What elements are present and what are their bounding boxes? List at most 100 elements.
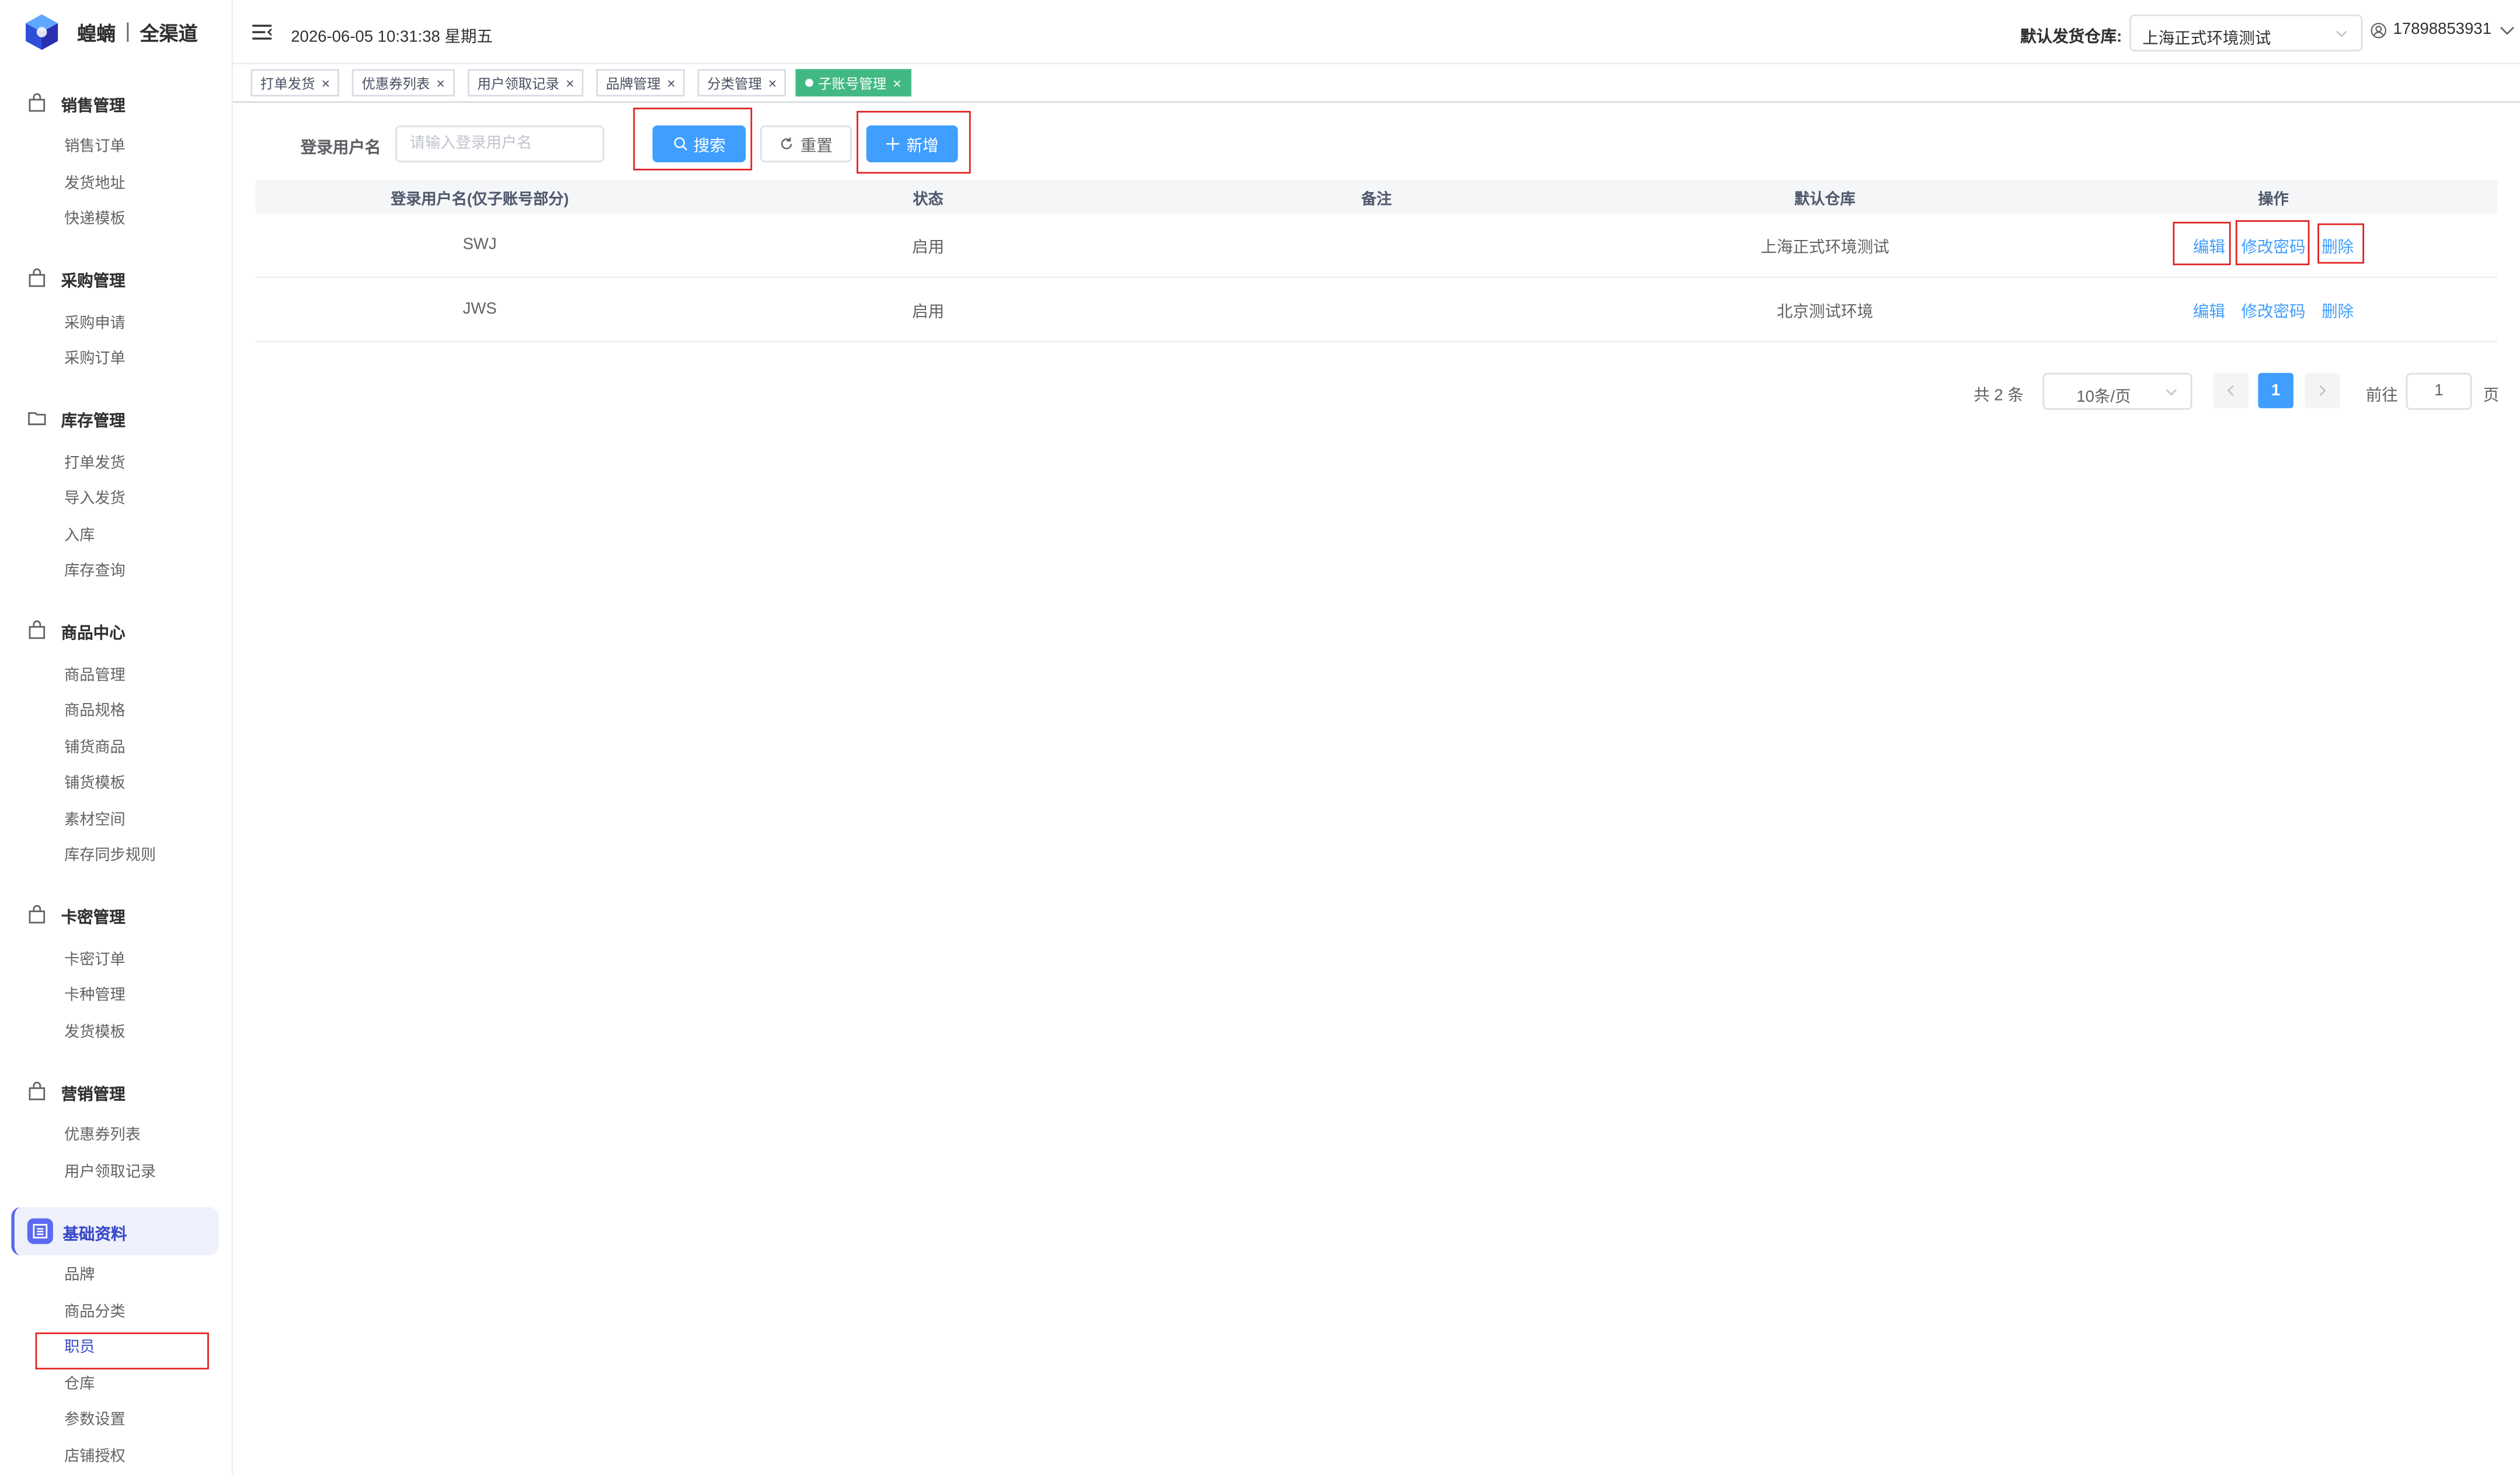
sidebar-group-basic-info[interactable]: 基础资料 — [11, 1207, 219, 1255]
edit-link[interactable]: 编辑 — [2193, 297, 2225, 321]
goto-label: 前往 — [2365, 387, 2398, 405]
user-icon — [2371, 22, 2387, 38]
table-row: JWS 启用 北京测试环境 编辑 修改密码 删除 — [255, 278, 2498, 343]
cell-warehouse: 上海正式环境测试 — [1760, 239, 1889, 258]
close-icon[interactable]: × — [893, 75, 901, 91]
chevron-down-icon — [2336, 30, 2347, 37]
sidebar-item-express-template[interactable]: 快递模板 — [64, 209, 126, 232]
bag-icon — [26, 92, 48, 114]
brand-subtitle: 全渠道 — [140, 22, 198, 44]
highlight-staff — [35, 1332, 209, 1370]
cell-username: JWS — [462, 300, 497, 319]
column-header-remark: 备注 — [1361, 190, 1392, 208]
menu-toggle-icon[interactable] — [252, 23, 272, 42]
sidebar-item-print-ship[interactable]: 打单发货 — [64, 453, 126, 476]
active-dot-icon — [805, 78, 813, 87]
list-icon — [27, 1218, 53, 1244]
current-datetime: 2026-06-05 10:31:38 星期五 — [291, 29, 493, 47]
cell-actions: 编辑 修改密码 删除 — [2049, 297, 2498, 321]
delete-link[interactable]: 删除 — [2321, 297, 2354, 321]
cell-status: 启用 — [912, 304, 945, 322]
close-icon[interactable]: × — [667, 75, 675, 91]
sidebar-group-label: 库存管理 — [61, 412, 126, 430]
close-icon[interactable]: × — [566, 75, 574, 91]
pagination-total: 共 2 条 — [1973, 387, 2024, 405]
sidebar-group-label: 销售管理 — [61, 97, 126, 115]
sidebar-item-brand[interactable]: 品牌 — [64, 1265, 95, 1288]
sidebar-item-stock-query[interactable]: 库存查询 — [64, 561, 126, 584]
sidebar-item-material-space[interactable]: 素材空间 — [64, 810, 126, 833]
column-header-username: 登录用户名(仅子账号部分) — [391, 190, 569, 208]
tab-sub-account-manage[interactable]: 子账号管理 × — [795, 69, 911, 97]
sidebar-item-coupon-list[interactable]: 优惠券列表 — [64, 1125, 141, 1148]
sidebar-group-purchase[interactable]: 采购管理 — [26, 265, 126, 291]
username-filter-input[interactable] — [395, 125, 604, 163]
tab-user-claim-record[interactable]: 用户领取记录 × — [468, 69, 584, 97]
sidebar-item-card-order[interactable]: 卡密订单 — [64, 950, 126, 973]
sidebar-item-stock-sync-rule[interactable]: 库存同步规则 — [64, 846, 156, 868]
column-header-status: 状态 — [913, 190, 944, 208]
sidebar-group-marketing[interactable]: 营销管理 — [26, 1079, 126, 1104]
tab-print-ship[interactable]: 打单发货 × — [250, 69, 340, 97]
sidebar-item-ship-template[interactable]: 发货模板 — [64, 1022, 126, 1045]
sidebar-group-card[interactable]: 卡密管理 — [26, 902, 126, 927]
prev-page-button[interactable] — [2213, 373, 2248, 409]
tab-category-manage[interactable]: 分类管理 × — [697, 69, 786, 97]
sidebar-item-purchase-order[interactable]: 采购订单 — [64, 349, 126, 371]
tab-brand-manage[interactable]: 品牌管理 × — [596, 69, 685, 97]
sidebar-group-products[interactable]: 商品中心 — [26, 617, 126, 643]
sidebar-item-sales-order[interactable]: 销售订单 — [64, 137, 126, 159]
sidebar-item-purchase-request[interactable]: 采购申请 — [64, 314, 126, 336]
sidebar-item-param-settings[interactable]: 参数设置 — [64, 1410, 126, 1432]
logo: 蝗蝻 全渠道 — [23, 11, 198, 53]
tab-label: 优惠券列表 — [361, 74, 430, 91]
sidebar-group-inventory[interactable]: 库存管理 — [26, 405, 126, 431]
cell-warehouse: 北京测试环境 — [1776, 304, 1874, 322]
close-icon[interactable]: × — [436, 75, 444, 91]
folder-icon — [26, 406, 48, 429]
next-page-button[interactable] — [2305, 373, 2340, 409]
sidebar-item-distribution-template[interactable]: 铺货模板 — [64, 773, 126, 796]
close-icon[interactable]: × — [768, 75, 777, 91]
tab-label: 用户领取记录 — [477, 74, 559, 91]
sidebar-group-sales[interactable]: 销售管理 — [26, 90, 126, 116]
table-row: SWJ 启用 上海正式环境测试 编辑 修改密码 删除 — [255, 214, 2498, 279]
reset-button[interactable]: 重置 — [760, 125, 852, 163]
sidebar-item-user-claim-record[interactable]: 用户领取记录 — [64, 1162, 156, 1185]
brand-name: 蝗蝻 — [77, 22, 116, 44]
page-number-current[interactable]: 1 — [2258, 373, 2293, 409]
cell-username: SWJ — [462, 236, 497, 254]
reset-button-label: 重置 — [800, 138, 833, 156]
sidebar-item-stock-in[interactable]: 入库 — [64, 526, 95, 548]
goto-page-input[interactable] — [2406, 373, 2472, 410]
sidebar-group-label: 营销管理 — [61, 1086, 126, 1104]
sidebar: 蝗蝻 全渠道 销售管理 销售订单 发货地址 快递模板 采购管理 采购申请 采购订… — [0, 0, 234, 1475]
default-warehouse-label: 默认发货仓库: — [2020, 29, 2122, 47]
user-menu[interactable]: 17898853931 — [2371, 21, 2520, 39]
change-password-link[interactable]: 修改密码 — [2241, 297, 2306, 321]
sidebar-item-distribution-product[interactable]: 铺货商品 — [64, 738, 126, 760]
page-size-select[interactable]: 10条/页 — [2042, 373, 2192, 410]
sidebar-item-product-category[interactable]: 商品分类 — [64, 1302, 126, 1325]
sidebar-item-shop-auth[interactable]: 店铺授权 — [64, 1446, 126, 1469]
refresh-icon — [781, 137, 792, 149]
sidebar-item-warehouse[interactable]: 仓库 — [64, 1374, 95, 1397]
highlight-add-button — [857, 110, 971, 174]
table-header: 登录用户名(仅子账号部分) 状态 备注 默认仓库 操作 — [255, 180, 2498, 214]
sidebar-item-ship-address[interactable]: 发货地址 — [64, 173, 126, 196]
sidebar-item-product-manage[interactable]: 商品管理 — [64, 666, 126, 688]
page-size-value: 10条/页 — [2076, 389, 2131, 407]
brand-divider — [127, 22, 129, 42]
highlight-edit-link — [2173, 221, 2231, 266]
default-warehouse-value: 上海正式环境测试 — [2142, 30, 2271, 48]
default-warehouse-select[interactable]: 上海正式环境测试 — [2129, 14, 2363, 52]
sidebar-item-import-ship[interactable]: 导入发货 — [64, 489, 126, 512]
chevron-left-icon — [2227, 385, 2234, 396]
tab-label: 品牌管理 — [605, 74, 661, 91]
tab-coupon-list[interactable]: 优惠券列表 × — [351, 69, 455, 97]
sub-account-table: 登录用户名(仅子账号部分) 状态 备注 默认仓库 操作 SWJ 启用 上海正式环… — [255, 180, 2498, 343]
close-icon[interactable]: × — [322, 75, 330, 91]
tab-label: 打单发货 — [260, 74, 315, 91]
sidebar-item-product-spec[interactable]: 商品规格 — [64, 701, 126, 723]
sidebar-item-card-type[interactable]: 卡种管理 — [64, 985, 126, 1008]
